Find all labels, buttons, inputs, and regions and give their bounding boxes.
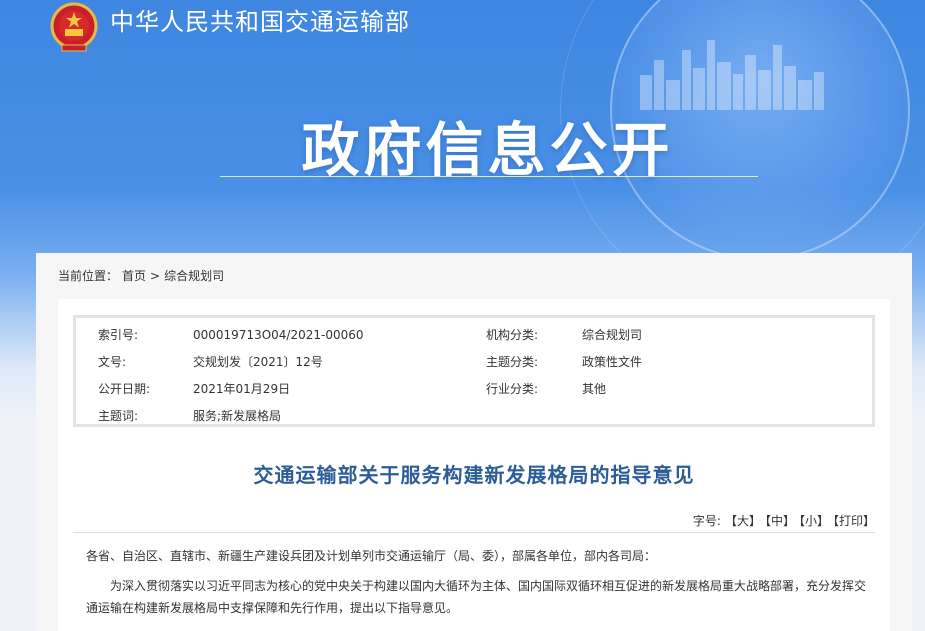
- document-title: 交通运输部关于服务构建新发展格局的指导意见: [253, 463, 695, 487]
- meta-value: 2021年01月29日: [193, 382, 291, 396]
- meta-key: 主题分类:: [486, 355, 539, 369]
- metadata-table: 索引号: 000019713O04/2021-00060 机构分类: 综合规划司…: [73, 315, 875, 427]
- meta-key: 主题词:: [98, 409, 139, 423]
- meta-key: 机构分类:: [486, 328, 539, 342]
- metadata-row: 公开日期: 2021年01月29日 行业分类: 其他: [76, 376, 872, 403]
- breadcrumb-item-department[interactable]: 综合规划司: [164, 269, 224, 283]
- meta-key: 索引号:: [98, 328, 139, 342]
- font-large-button[interactable]: 【大】: [725, 514, 761, 528]
- meta-value: 政策性文件: [582, 355, 643, 369]
- font-medium-button[interactable]: 【中】: [765, 514, 795, 528]
- ministry-name[interactable]: 中华人民共和国交通运输部: [110, 6, 410, 38]
- font-small-button[interactable]: 【小】: [799, 514, 829, 528]
- meta-value: 服务;新发展格局: [193, 409, 282, 423]
- meta-value: 综合规划司: [582, 328, 643, 342]
- meta-value: 000019713O04/2021-00060: [193, 328, 364, 342]
- article-panel: 索引号: 000019713O04/2021-00060 机构分类: 综合规划司…: [58, 299, 890, 631]
- meta-value: 交规划发〔2021〕12号: [193, 355, 323, 369]
- section-title: 政府信息公开: [301, 116, 674, 184]
- content-card: 当前位置： 首页 > 综合规划司 索引号: 000019713O04/2021-000…: [36, 253, 912, 631]
- breadcrumb-item-home[interactable]: 首页: [122, 269, 146, 283]
- font-size-label: 字号:: [692, 514, 721, 528]
- intro-paragraph: 为深入贯彻落实以习近平同志为核心的党中央关于构建以国内大循环为主体、国内国际双循…: [86, 579, 867, 615]
- city-skyline-icon: [640, 40, 824, 110]
- meta-value: 其他: [582, 382, 607, 396]
- national-emblem-icon: [50, 2, 98, 52]
- title-divider: [220, 176, 758, 177]
- breadcrumb-label: 当前位置：: [58, 269, 119, 283]
- print-button[interactable]: 【打印】: [833, 514, 875, 528]
- font-size-toolbar: 字号: 【大】 【中】 【小】 【打印】: [73, 509, 875, 533]
- metadata-row: 文号: 交规划发〔2021〕12号 主题分类: 政策性文件: [76, 349, 872, 376]
- meta-key: 文号:: [98, 355, 127, 369]
- meta-key: 公开日期:: [98, 382, 151, 396]
- breadcrumb: 当前位置： 首页 > 综合规划司: [58, 267, 228, 285]
- meta-key: 行业分类:: [486, 382, 539, 396]
- metadata-row: 主题词: 服务;新发展格局: [76, 403, 872, 430]
- metadata-row: 索引号: 000019713O04/2021-00060 机构分类: 综合规划司: [76, 322, 872, 349]
- addressee-paragraph: 各省、自治区、直辖市、新疆生产建设兵团及计划单列市交通运输厅（局、委），部属各单…: [86, 549, 657, 563]
- breadcrumb-separator: >: [150, 269, 161, 283]
